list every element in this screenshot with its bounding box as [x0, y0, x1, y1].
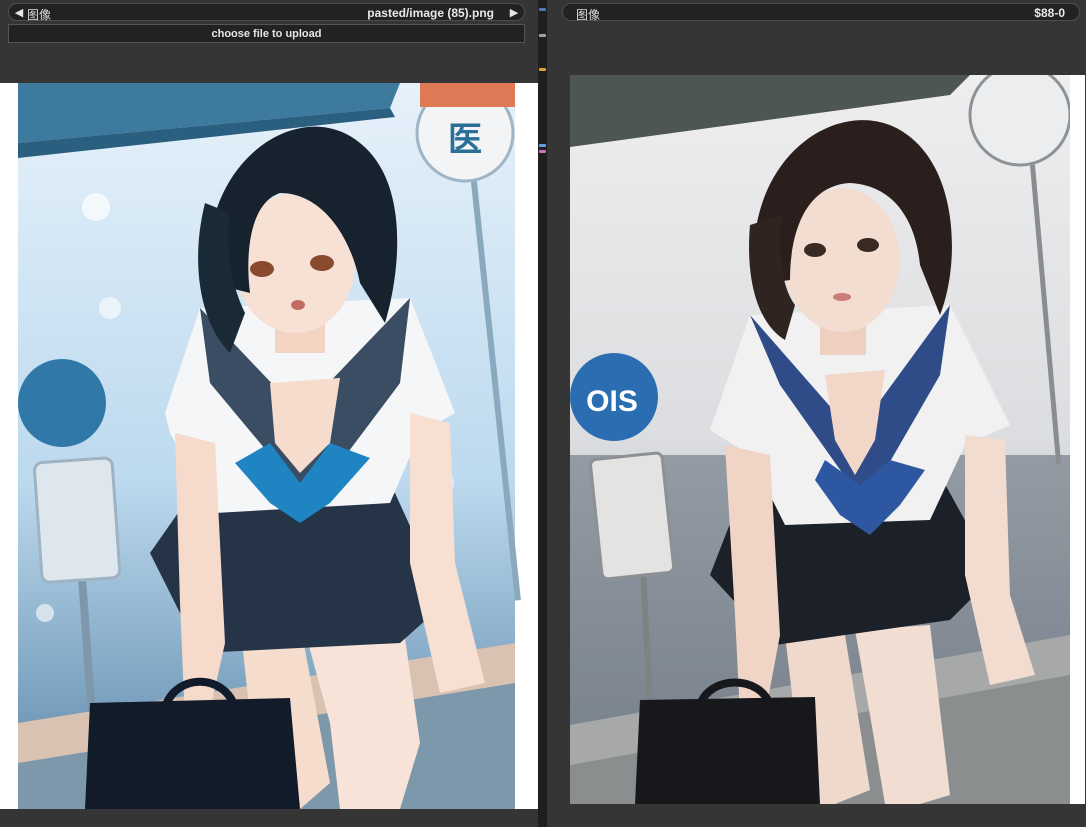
illustration-sign-text: 医: [448, 121, 482, 159]
image-preview-anime: 医: [0, 83, 538, 809]
image-combo-widget[interactable]: ◀ 图像 pasted/image (85).png ▶: [8, 3, 525, 22]
link-wire-dot: [539, 8, 546, 11]
load-image-node-left: ◀ 图像 pasted/image (85).png ▶ choose file…: [0, 0, 538, 827]
link-wire-dot: [539, 34, 546, 37]
load-image-node-right: 图像 $88-0 OIS: [547, 0, 1086, 827]
image-value-right: $88-0: [1034, 6, 1065, 20]
link-wire-dot: [539, 150, 546, 153]
panel-divider: [538, 0, 547, 827]
image-widget-label: 图像: [27, 8, 52, 22]
node-footer-left: [0, 809, 538, 827]
anime-illustration: 医: [18, 83, 521, 809]
image-filename: pasted/image (85).png: [367, 6, 494, 20]
photo-image: OIS: [570, 75, 1085, 804]
image-combo-widget-right[interactable]: 图像 $88-0: [562, 3, 1080, 22]
image-preview-photo: OIS: [570, 75, 1085, 804]
upload-button[interactable]: choose file to upload: [8, 24, 525, 43]
link-wire-dot: [539, 68, 546, 71]
photo-sign-text: OIS: [586, 385, 638, 418]
prev-image-arrow[interactable]: ◀: [13, 5, 25, 19]
node-footer-right: [547, 809, 1086, 827]
next-image-arrow[interactable]: ▶: [508, 5, 520, 19]
image-widget-label-right: 图像: [576, 8, 601, 22]
link-wire-dot: [539, 144, 546, 147]
